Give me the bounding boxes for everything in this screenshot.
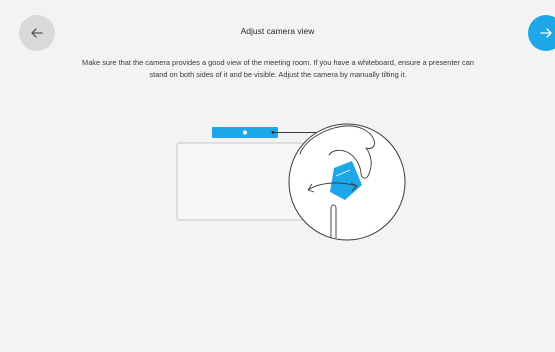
camera-setup-screen: Adjust camera view Make sure that the ca… <box>0 0 555 352</box>
leader-dot <box>271 131 275 134</box>
camera-tilt-illustration <box>176 123 406 241</box>
display-illustration <box>176 142 306 221</box>
camera-lens <box>243 130 247 135</box>
